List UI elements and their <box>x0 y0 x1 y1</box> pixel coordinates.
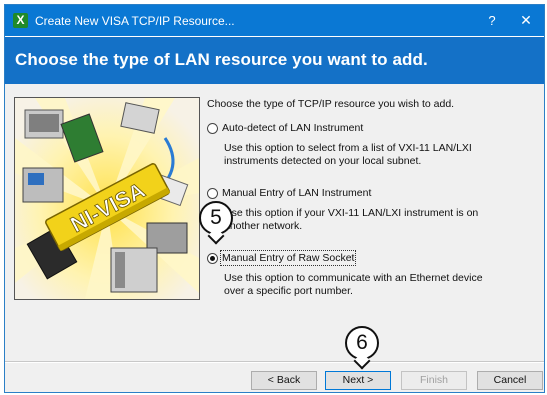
option-label[interactable]: Manual Entry of Raw Socket <box>219 250 357 266</box>
next-button[interactable]: Next > <box>325 371 391 390</box>
ni-visa-illustration: NI-VISA <box>14 97 200 300</box>
desc-line: Use this option to communicate with an E… <box>224 272 483 284</box>
instruments-graphic: NI-VISA <box>15 98 199 299</box>
intro-text: Choose the type of TCP/IP resource you w… <box>207 98 455 110</box>
window-title: Create New VISA TCP/IP Resource... <box>35 14 235 28</box>
desc-line: another network. <box>224 220 303 232</box>
cancel-button[interactable]: Cancel <box>477 371 543 390</box>
option-description: Use this option to select from a list of… <box>224 142 524 168</box>
wizard-header: Choose the type of LAN resource you want… <box>5 36 544 85</box>
desc-line: Use this option if your VXI-11 LAN/LXI i… <box>224 207 479 219</box>
option-label[interactable]: Auto-detect of LAN Instrument <box>222 122 363 134</box>
desc-line: Use this option to select from a list of… <box>224 142 472 154</box>
option-description: Use this option to communicate with an E… <box>224 272 524 298</box>
desc-line: over a specific port number. <box>224 285 353 297</box>
button-divider <box>5 361 544 363</box>
finish-button: Finish <box>401 371 467 390</box>
option-label[interactable]: Manual Entry of LAN Instrument <box>222 187 371 199</box>
radio-raw-socket[interactable] <box>207 253 218 264</box>
page-title: Choose the type of LAN resource you want… <box>15 50 428 69</box>
help-icon[interactable]: ? <box>478 10 506 31</box>
desc-line: instruments detected on your local subne… <box>224 155 422 167</box>
ni-app-icon: X <box>13 13 28 28</box>
option-description: Use this option if your VXI-11 LAN/LXI i… <box>224 207 524 233</box>
step-5-callout: 5 <box>199 201 233 235</box>
close-icon[interactable]: ✕ <box>512 10 540 31</box>
back-button[interactable]: < Back <box>251 371 317 390</box>
step-6-callout: 6 <box>345 326 379 360</box>
radio-auto-detect[interactable] <box>207 123 218 134</box>
radio-manual-lan[interactable] <box>207 188 218 199</box>
wizard-content: NI-VISA Choose the type of TCP/IP resour… <box>5 84 544 361</box>
title-bar[interactable]: X Create New VISA TCP/IP Resource... ? ✕ <box>5 5 544 36</box>
wizard-window: X Create New VISA TCP/IP Resource... ? ✕… <box>4 4 545 393</box>
